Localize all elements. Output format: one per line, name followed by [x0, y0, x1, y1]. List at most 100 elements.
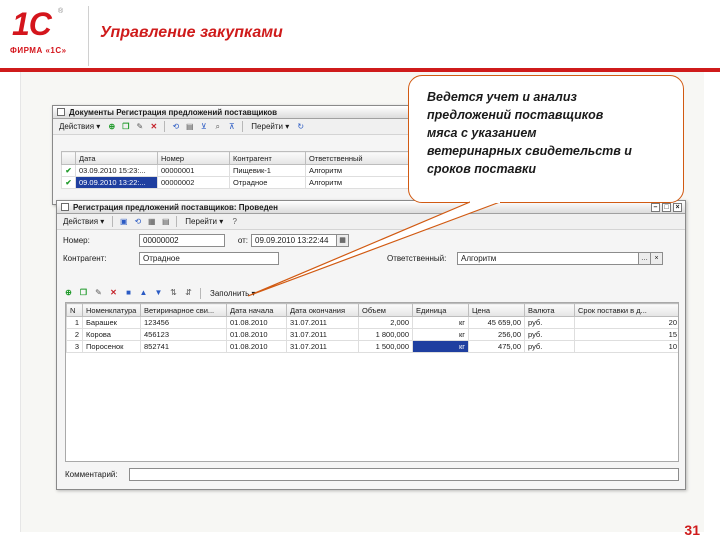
column-header-unit[interactable]: Единица	[412, 303, 469, 317]
annotation-callout: Ведется учет и анализ предложений постав…	[408, 75, 684, 203]
cell-vet-certificate[interactable]: 852741	[140, 340, 227, 353]
cell-number[interactable]: 00000001	[157, 164, 230, 177]
close-icon[interactable]: ×	[673, 202, 682, 212]
cell-n[interactable]: 1	[66, 316, 83, 329]
table-row[interactable]: ✔ 03.09.2010 15:23:... 00000001 Пищевик-…	[61, 164, 446, 177]
callout-line: предложений поставщиков	[427, 108, 604, 122]
add-icon[interactable]: ⊕	[106, 121, 117, 132]
cell-start-date[interactable]: 01.08.2010	[226, 316, 287, 329]
move-down-icon[interactable]: ▼	[153, 288, 164, 299]
maximize-icon[interactable]: □	[662, 202, 671, 212]
counterparty-input[interactable]: Отрадное	[139, 251, 279, 265]
cell-date[interactable]: 03.09.2010 15:23:...	[75, 164, 158, 177]
column-header-date[interactable]: Дата	[75, 151, 158, 165]
clear-button[interactable]: ×	[651, 251, 663, 265]
help-icon[interactable]: ?	[229, 216, 240, 227]
column-header-end-date[interactable]: Дата окончания	[286, 303, 359, 317]
move-up-icon[interactable]: ▲	[138, 288, 149, 299]
column-header-start-date[interactable]: Дата начала	[226, 303, 287, 317]
fill-menu[interactable]: Заполнить ▾	[207, 288, 259, 299]
sort-desc-icon[interactable]: ⇵	[183, 288, 194, 299]
column-header-volume[interactable]: Объем	[358, 303, 413, 317]
add-row-icon[interactable]: ⊕	[63, 288, 74, 299]
select-button[interactable]: …	[639, 251, 651, 265]
toolbar-separator	[176, 216, 178, 227]
structure-icon[interactable]: ▦	[146, 216, 157, 227]
column-header-vet-certificate[interactable]: Ветиринарное сви...	[140, 303, 227, 317]
cell-date[interactable]: 09.09.2010 13:22:...	[75, 176, 158, 189]
cell-item[interactable]: Корова	[82, 328, 141, 341]
cell-end-date[interactable]: 31.07.2011	[286, 328, 359, 341]
cell-currency[interactable]: руб.	[524, 340, 575, 353]
table-row[interactable]: 2 Корова 456123 01.08.2010 31.07.2011 1 …	[66, 328, 678, 341]
cell-start-date[interactable]: 01.08.2010	[226, 328, 287, 341]
cell-currency[interactable]: руб.	[524, 316, 575, 329]
cell-price[interactable]: 45 659,00	[468, 316, 525, 329]
cell-item[interactable]: Барашек	[82, 316, 141, 329]
cell-n[interactable]: 2	[66, 328, 83, 341]
calendar-button[interactable]: ▦	[337, 233, 349, 247]
post-icon[interactable]: ⟲	[170, 121, 181, 132]
cell-counterparty[interactable]: Отрадное	[229, 176, 306, 189]
column-header-item[interactable]: Номенклатура	[82, 303, 141, 317]
column-header-n[interactable]: N	[66, 303, 83, 317]
column-header-status[interactable]	[61, 151, 76, 165]
cell-vet-certificate[interactable]: 123456	[140, 316, 227, 329]
cell-volume[interactable]: 1 800,000	[358, 328, 413, 341]
cell-price[interactable]: 475,00	[468, 340, 525, 353]
table-row[interactable]: 3 Поросенок 852741 01.08.2010 31.07.2011…	[66, 340, 678, 353]
column-header-currency[interactable]: Валюта	[524, 303, 575, 317]
cell-delivery-term[interactable]: 20	[574, 316, 678, 329]
cell-currency[interactable]: руб.	[524, 328, 575, 341]
cell-price[interactable]: 256,00	[468, 328, 525, 341]
comment-field-row: Комментарий:	[65, 467, 679, 481]
list-actions-menu[interactable]: Действия ▾	[56, 121, 103, 132]
document-movements-icon[interactable]: ▤	[160, 216, 171, 227]
responsible-input[interactable]: Алгоритм	[457, 251, 639, 265]
column-header-delivery-term[interactable]: Срок поставки в д...	[574, 303, 678, 317]
cancel-filter-icon[interactable]: ⊼	[226, 121, 237, 132]
sort-asc-icon[interactable]: ⇅	[168, 288, 179, 299]
cell-unit-selected[interactable]: кг	[412, 340, 469, 353]
cell-delivery-term[interactable]: 10	[574, 340, 678, 353]
filter-icon[interactable]: ⊻	[198, 121, 209, 132]
minimize-icon[interactable]: –	[651, 202, 660, 212]
window-controls: – □ ×	[651, 202, 685, 212]
save-icon[interactable]: ▣	[118, 216, 129, 227]
doc-actions-menu[interactable]: Действия ▾	[60, 216, 107, 227]
number-input[interactable]: 00000002	[139, 233, 225, 247]
cell-item[interactable]: Поросенок	[82, 340, 141, 353]
cell-volume[interactable]: 2,000	[358, 316, 413, 329]
date-input[interactable]: 09.09.2010 13:22:44	[251, 233, 337, 247]
column-header-price[interactable]: Цена	[468, 303, 525, 317]
cell-n[interactable]: 3	[66, 340, 83, 353]
edit-row-icon[interactable]: ✎	[93, 288, 104, 299]
copy-icon[interactable]: ❐	[120, 121, 131, 132]
end-edit-icon[interactable]: ■	[123, 288, 134, 299]
cell-number[interactable]: 00000002	[157, 176, 230, 189]
find-icon[interactable]: ⌕	[212, 121, 223, 132]
post-icon[interactable]: ⟲	[132, 216, 143, 227]
delete-row-icon[interactable]: ✕	[108, 288, 119, 299]
cell-volume[interactable]: 1 500,000	[358, 340, 413, 353]
doc-goto-menu[interactable]: Перейти ▾	[182, 216, 226, 227]
list-goto-menu[interactable]: Перейти ▾	[248, 121, 292, 132]
refresh-icon[interactable]: ↻	[295, 121, 306, 132]
cell-delivery-term[interactable]: 15	[574, 328, 678, 341]
edit-icon[interactable]: ✎	[134, 121, 145, 132]
calendar-icon[interactable]: ▤	[184, 121, 195, 132]
cell-unit[interactable]: кг	[412, 328, 469, 341]
copy-row-icon[interactable]: ❐	[78, 288, 89, 299]
cell-start-date[interactable]: 01.08.2010	[226, 340, 287, 353]
cell-end-date[interactable]: 31.07.2011	[286, 340, 359, 353]
delete-icon[interactable]: ✕	[148, 121, 159, 132]
cell-unit[interactable]: кг	[412, 316, 469, 329]
column-header-number[interactable]: Номер	[157, 151, 230, 165]
table-row-selected[interactable]: ✔ 09.09.2010 13:22:... 00000002 Отрадное…	[61, 176, 446, 189]
cell-end-date[interactable]: 31.07.2011	[286, 316, 359, 329]
cell-counterparty[interactable]: Пищевик-1	[229, 164, 306, 177]
table-row[interactable]: 1 Барашек 123456 01.08.2010 31.07.2011 2…	[66, 316, 678, 329]
column-header-counterparty[interactable]: Контрагент	[229, 151, 306, 165]
comment-input[interactable]	[129, 467, 679, 481]
cell-vet-certificate[interactable]: 456123	[140, 328, 227, 341]
